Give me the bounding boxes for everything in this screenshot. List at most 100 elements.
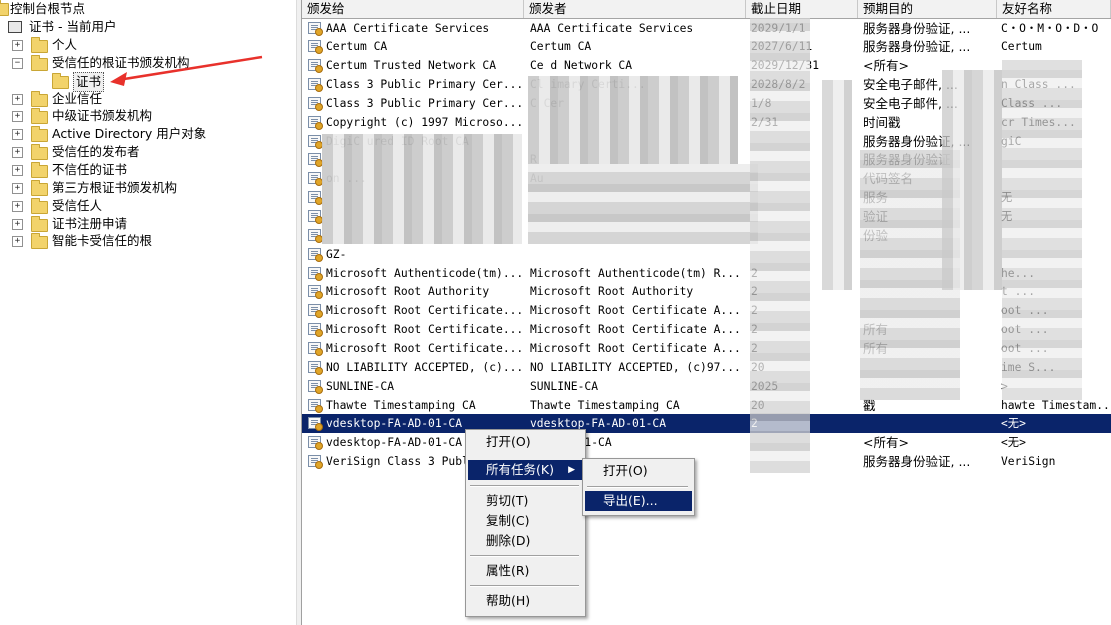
cell-issued-to: Copyright (c) 1997 Microso... xyxy=(326,116,522,129)
cell-issued-to: AAA Certificate Services xyxy=(326,22,490,35)
cell-purpose: <所有> xyxy=(863,435,909,450)
cell-friendly-name: Certum xyxy=(1001,40,1042,53)
cell-issued-to: Microsoft Root Certificate... xyxy=(326,342,522,355)
cell-issued-to: Microsoft Root Certificate... xyxy=(326,323,522,336)
cell-issued-by: Microsoft Root Certificate A... xyxy=(530,342,741,355)
menu-separator xyxy=(470,555,579,557)
expand-icon[interactable]: + xyxy=(12,94,23,105)
submenu-item-export[interactable]: 导出(E)... xyxy=(585,491,692,511)
certificate-icon xyxy=(308,172,323,186)
certificate-list: 颁发给 颁发者 截止日期 预期目的 友好名称 AAA Certificate S… xyxy=(302,0,1111,625)
certificate-icon xyxy=(308,40,323,54)
folder-icon xyxy=(31,126,48,142)
table-row[interactable]: vdesktop-FA-AD-01-CA vdesktop-FA-AD-01-CA… xyxy=(302,414,1111,433)
expand-icon[interactable]: + xyxy=(12,111,23,122)
table-row[interactable]: VeriSign Class 3 PublPrim...服务器身份验证, ...… xyxy=(302,452,1111,471)
submenu-all-tasks: 打开(O) 导出(E)... xyxy=(582,458,695,516)
redaction-mosaic xyxy=(528,164,758,244)
tree-node-label: 企业信任 xyxy=(52,91,103,106)
folder-icon xyxy=(0,0,9,16)
cell-purpose: 服务器身份验证, ... xyxy=(863,39,971,54)
table-row[interactable]: Microsoft Root Certificate... Microsoft R… xyxy=(302,301,1111,320)
certificate-icon xyxy=(308,229,323,243)
expand-icon[interactable]: + xyxy=(12,165,23,176)
table-row[interactable]: NO LIABILITY ACCEPTED, (c)... NO LIABILIT… xyxy=(302,358,1111,377)
folder-icon xyxy=(31,108,48,124)
table-row[interactable]: Thawte Timestamping CA Thawte Timestampin… xyxy=(302,396,1111,415)
column-header-expiration[interactable]: 截止日期 xyxy=(746,0,858,18)
cell-issued-to: Certum CA xyxy=(326,40,388,53)
certificate-icon xyxy=(308,78,323,92)
table-row[interactable]: Certum CACertum CA2027/6/11服务器身份验证, ...C… xyxy=(302,37,1111,56)
certificate-icon xyxy=(308,455,323,469)
redaction-mosaic xyxy=(750,18,810,473)
column-header-issued-to[interactable]: 颁发给 xyxy=(302,0,524,18)
menu-item-cut[interactable]: 剪切(T) xyxy=(468,491,583,511)
expand-icon[interactable]: + xyxy=(12,183,23,194)
cell-issued-to: Microsoft Root Authority xyxy=(326,285,490,298)
cell-friendly-name: C・O・M・O・D・O xyxy=(1001,22,1099,35)
cell-issued-to: Microsoft Authenticode(tm)... xyxy=(326,267,522,280)
cell-issued-by: AAA Certificate Services xyxy=(530,22,694,35)
tree-node-label: 受信任人 xyxy=(52,198,103,213)
submenu-item-open[interactable]: 打开(O) xyxy=(585,461,692,481)
certificate-icon xyxy=(308,97,323,111)
redaction-mosaic xyxy=(942,70,1002,290)
list-header: 颁发给 颁发者 截止日期 预期目的 友好名称 xyxy=(302,0,1111,19)
cell-issued-by: NO LIABILITY ACCEPTED, (c)97... xyxy=(530,361,741,374)
cell-issued-to: Class 3 Public Primary Cer... xyxy=(326,97,522,110)
expand-icon[interactable]: + xyxy=(12,40,23,51)
cell-issued-by: SUNLINE-CA xyxy=(530,380,599,393)
menu-item-delete[interactable]: 删除(D) xyxy=(468,531,583,551)
table-row[interactable]: Microsoft Root Certificate... Microsoft R… xyxy=(302,339,1111,358)
menu-separator xyxy=(470,585,579,587)
cell-issued-to: NO LIABILITY ACCEPTED, (c)... xyxy=(326,361,522,374)
certificate-icon xyxy=(308,436,323,450)
folder-icon xyxy=(31,144,48,160)
certificate-icon xyxy=(308,59,323,73)
expand-icon[interactable]: + xyxy=(12,236,23,247)
collapse-icon[interactable]: − xyxy=(12,58,23,69)
cell-friendly-name: <无> xyxy=(1001,436,1026,449)
expand-icon[interactable]: + xyxy=(12,147,23,158)
cell-issued-by: Microsoft Root Certificate A... xyxy=(530,304,741,317)
expand-icon[interactable]: + xyxy=(12,201,23,212)
menu-item-help[interactable]: 帮助(H) xyxy=(468,591,583,611)
folder-icon xyxy=(31,180,48,196)
expand-icon[interactable]: + xyxy=(12,129,23,140)
cell-issued-to: Microsoft Root Certificate... xyxy=(326,304,522,317)
tree-node-label: 证书注册申请 xyxy=(52,216,128,231)
cell-issued-to: Thawte Timestamping CA xyxy=(326,399,476,412)
table-row[interactable]: AAA Certificate Services AAA Certificate … xyxy=(302,19,1111,38)
column-header-friendly-name[interactable]: 友好名称 xyxy=(997,0,1111,18)
menu-item-copy[interactable]: 复制(C) xyxy=(468,511,583,531)
redaction-mosaic xyxy=(322,134,522,244)
menu-item-properties[interactable]: 属性(R) xyxy=(468,561,583,581)
certificate-icon xyxy=(308,267,323,281)
certificate-icon xyxy=(308,22,323,36)
table-row[interactable]: vdesktop-FA-AD-01-CA-FA-AD-01-CA<所有><无> xyxy=(302,433,1111,452)
certificate-icon xyxy=(308,399,323,413)
menu-separator xyxy=(470,485,579,487)
folder-icon xyxy=(31,216,48,232)
folder-icon xyxy=(31,91,48,107)
cell-issued-to: SUNLINE-CA xyxy=(326,380,395,393)
tree-store-label: 证书 - 当前用户 xyxy=(29,19,117,34)
column-header-purpose[interactable]: 预期目的 xyxy=(858,0,997,18)
tree-node-label: 受信任的根证书颁发机构 xyxy=(52,55,190,70)
expand-icon[interactable]: + xyxy=(12,219,23,230)
tree-node-label: 智能卡受信任的根 xyxy=(52,233,153,248)
certificate-icon xyxy=(308,361,323,375)
cell-issued-to: Certum Trusted Network CA xyxy=(326,59,497,72)
folder-icon xyxy=(31,233,48,249)
menu-item-all-tasks[interactable]: 所有任务(K) ▶ xyxy=(468,460,583,480)
menu-item-open[interactable]: 打开(O) xyxy=(468,432,583,452)
column-header-issued-by[interactable]: 颁发者 xyxy=(524,0,746,18)
tree-node-label: 证书 xyxy=(73,72,105,92)
folder-icon xyxy=(31,37,48,53)
table-row[interactable]: SUNLINE-CASUNLINE-CA2025> xyxy=(302,377,1111,396)
tree-node-label: 中级证书颁发机构 xyxy=(52,108,153,123)
cell-issued-to: GZ- xyxy=(326,248,347,261)
table-row[interactable]: Microsoft Root Certificate... Microsoft R… xyxy=(302,320,1111,339)
tree-node-label: Active Directory 用户对象 xyxy=(52,126,207,141)
